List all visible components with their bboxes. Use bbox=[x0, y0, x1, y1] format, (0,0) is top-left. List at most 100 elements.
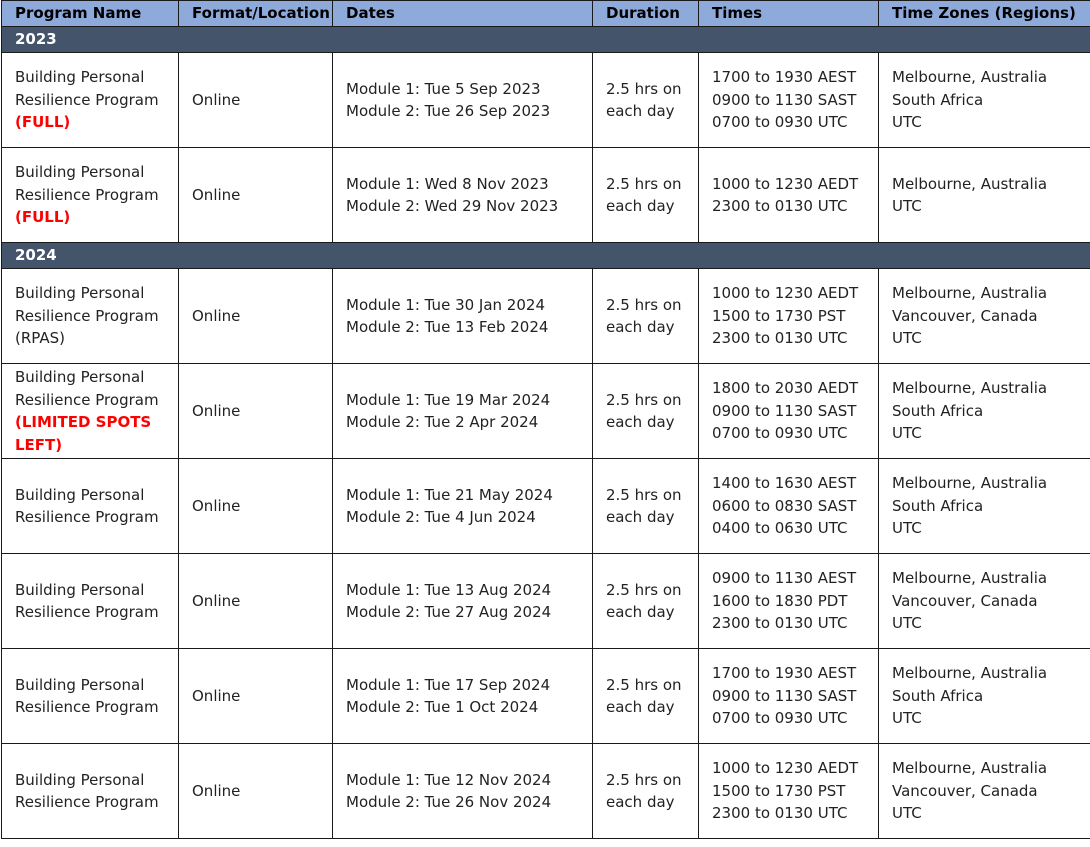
time-zone-region: Melbourne, Australia bbox=[892, 379, 1048, 398]
time-range: 0900 to 1130 SAST bbox=[712, 90, 857, 109]
program-name-cell: Building Personal Resilience Program bbox=[1, 648, 179, 744]
times-cell: 1000 to 1230 AEDT 1500 to 1730 PST 2300 to… bbox=[698, 743, 879, 839]
program-name-line: Resilience Program bbox=[15, 698, 159, 716]
duration-cell: 2.5 hrs on each day bbox=[592, 648, 699, 744]
program-name-cell: Building Personal Resilience Program bbox=[1, 553, 179, 649]
time-zone-region: South Africa bbox=[892, 496, 984, 515]
program-status-badge: (FULL) bbox=[15, 208, 71, 227]
duration-line: each day bbox=[606, 508, 675, 526]
time-range: 1700 to 1930 AEST bbox=[712, 664, 857, 683]
program-name-line: Building Personal bbox=[15, 580, 145, 599]
header-row: Program Name Format/Location Dates Durat… bbox=[1, 0, 1090, 27]
duration-line: each day bbox=[606, 197, 675, 215]
table-row: Building Personal Resilience Program Onlin… bbox=[1, 458, 1090, 554]
duration-line: 2.5 hrs on bbox=[606, 580, 682, 599]
time-zone-region: South Africa bbox=[892, 401, 984, 420]
dates-cell: Module 1: Tue 12 Nov 2024 Module 2: Tue 2… bbox=[332, 743, 593, 839]
time-zone-region: UTC bbox=[892, 113, 922, 132]
duration-line: each day bbox=[606, 698, 675, 716]
header-times: Times bbox=[698, 0, 879, 27]
program-name-line: Building Personal bbox=[15, 163, 145, 182]
time-zones-cell: Melbourne, Australia UTC bbox=[878, 147, 1090, 243]
time-zone-region: UTC bbox=[892, 804, 922, 823]
module-date: Module 1: Tue 5 Sep 2023 bbox=[346, 79, 541, 98]
module-date: Module 1: Tue 30 Jan 2024 bbox=[346, 295, 545, 314]
duration-line: each day bbox=[606, 102, 675, 120]
table-row: Building Personal Resilience Program Onlin… bbox=[1, 553, 1090, 649]
format-cell: Online bbox=[178, 147, 333, 243]
duration-line: each day bbox=[606, 318, 675, 336]
time-range: 0600 to 0830 SAST bbox=[712, 496, 857, 515]
time-zone-region: South Africa bbox=[892, 90, 984, 109]
program-name-cell: Building Personal Resilience Program (LIMI… bbox=[1, 363, 179, 459]
time-range: 2300 to 0130 UTC bbox=[712, 329, 848, 348]
time-zone-region: South Africa bbox=[892, 686, 984, 705]
dates-cell: Module 1: Tue 21 May 2024 Module 2: Tue 4… bbox=[332, 458, 593, 554]
program-name-line: Resilience Program bbox=[15, 603, 159, 621]
time-range: 0900 to 1130 SAST bbox=[712, 686, 857, 705]
time-range: 0700 to 0930 UTC bbox=[712, 113, 848, 132]
header-format-location: Format/Location bbox=[178, 0, 333, 27]
time-range: 2300 to 0130 UTC bbox=[712, 197, 848, 215]
duration-line: 2.5 hrs on bbox=[606, 390, 682, 409]
duration-cell: 2.5 hrs on each day bbox=[592, 147, 699, 243]
program-name-line: Resilience Program bbox=[15, 390, 159, 409]
format-cell: Online bbox=[178, 52, 333, 148]
time-zone-region: Melbourne, Australia bbox=[892, 664, 1048, 683]
time-zone-region: UTC bbox=[892, 424, 922, 443]
module-date: Module 1: Tue 21 May 2024 bbox=[346, 485, 553, 504]
module-date: Module 1: Wed 8 Nov 2023 bbox=[346, 174, 549, 193]
module-date: Module 2: Tue 4 Jun 2024 bbox=[346, 508, 536, 526]
format-cell: Online bbox=[178, 743, 333, 839]
header-time-zones: Time Zones (Regions) bbox=[878, 0, 1090, 27]
time-range: 1000 to 1230 AEDT bbox=[712, 174, 859, 193]
table-row: Building Personal Resilience Program Onlin… bbox=[1, 743, 1090, 839]
duration-line: 2.5 hrs on bbox=[606, 295, 682, 314]
table-row: Building Personal Resilience Program (FULL… bbox=[1, 52, 1090, 148]
year-row: 2023 bbox=[1, 26, 1090, 53]
program-name-line: Resilience Program bbox=[15, 185, 159, 204]
time-zone-region: Vancouver, Canada bbox=[892, 306, 1038, 325]
dates-cell: Module 1: Tue 19 Mar 2024 Module 2: Tue 2… bbox=[332, 363, 593, 459]
module-date: Module 2: Tue 1 Oct 2024 bbox=[346, 698, 539, 716]
times-cell: 1800 to 2030 AEDT 0900 to 1130 SAST 0700 t… bbox=[698, 363, 879, 459]
module-date: Module 2: Tue 13 Feb 2024 bbox=[346, 318, 549, 336]
time-range: 0400 to 0630 UTC bbox=[712, 519, 848, 538]
time-zones-cell: Melbourne, Australia South Africa UTC bbox=[878, 458, 1090, 554]
time-range: 1800 to 2030 AEDT bbox=[712, 379, 859, 398]
time-zone-region: Vancouver, Canada bbox=[892, 591, 1038, 610]
time-range: 1700 to 1930 AEST bbox=[712, 68, 857, 87]
time-range: 0900 to 1130 SAST bbox=[712, 401, 857, 420]
time-range: 2300 to 0130 UTC bbox=[712, 804, 848, 823]
duration-cell: 2.5 hrs on each day bbox=[592, 363, 699, 459]
module-date: Module 2: Tue 26 Nov 2024 bbox=[346, 793, 552, 811]
format-cell: Online bbox=[178, 648, 333, 744]
time-zone-region: Melbourne, Australia bbox=[892, 569, 1048, 588]
dates-cell: Module 1: Tue 13 Aug 2024 Module 2: Tue 2… bbox=[332, 553, 593, 649]
duration-line: 2.5 hrs on bbox=[606, 79, 682, 98]
times-cell: 1700 to 1930 AEST 0900 to 1130 SAST 0700 t… bbox=[698, 648, 879, 744]
time-zones-cell: Melbourne, Australia South Africa UTC bbox=[878, 648, 1090, 744]
year-row: 2024 bbox=[1, 242, 1090, 269]
program-status-badge: (FULL) bbox=[15, 113, 71, 132]
time-range: 2300 to 0130 UTC bbox=[712, 614, 848, 633]
program-name-line: Resilience Program bbox=[15, 793, 159, 811]
duration-line: 2.5 hrs on bbox=[606, 770, 682, 789]
duration-line: 2.5 hrs on bbox=[606, 485, 682, 504]
program-name-cell: Building Personal Resilience Program bbox=[1, 458, 179, 554]
format-cell: Online bbox=[178, 363, 333, 459]
time-zone-region: Vancouver, Canada bbox=[892, 781, 1038, 800]
program-name-line: Building Personal bbox=[15, 284, 145, 303]
time-zone-region: UTC bbox=[892, 614, 922, 633]
time-zone-region: UTC bbox=[892, 329, 922, 348]
header-dates: Dates bbox=[332, 0, 593, 27]
time-range: 1400 to 1630 AEST bbox=[712, 474, 857, 493]
duration-cell: 2.5 hrs on each day bbox=[592, 458, 699, 554]
year-label: 2024 bbox=[1, 242, 1090, 269]
module-date: Module 1: Tue 19 Mar 2024 bbox=[346, 390, 551, 409]
program-name-cell: Building Personal Resilience Program (FULL… bbox=[1, 52, 179, 148]
duration-line: each day bbox=[606, 603, 675, 621]
program-name-line: Building Personal bbox=[15, 368, 145, 386]
time-zone-region: UTC bbox=[892, 197, 922, 215]
format-cell: Online bbox=[178, 458, 333, 554]
